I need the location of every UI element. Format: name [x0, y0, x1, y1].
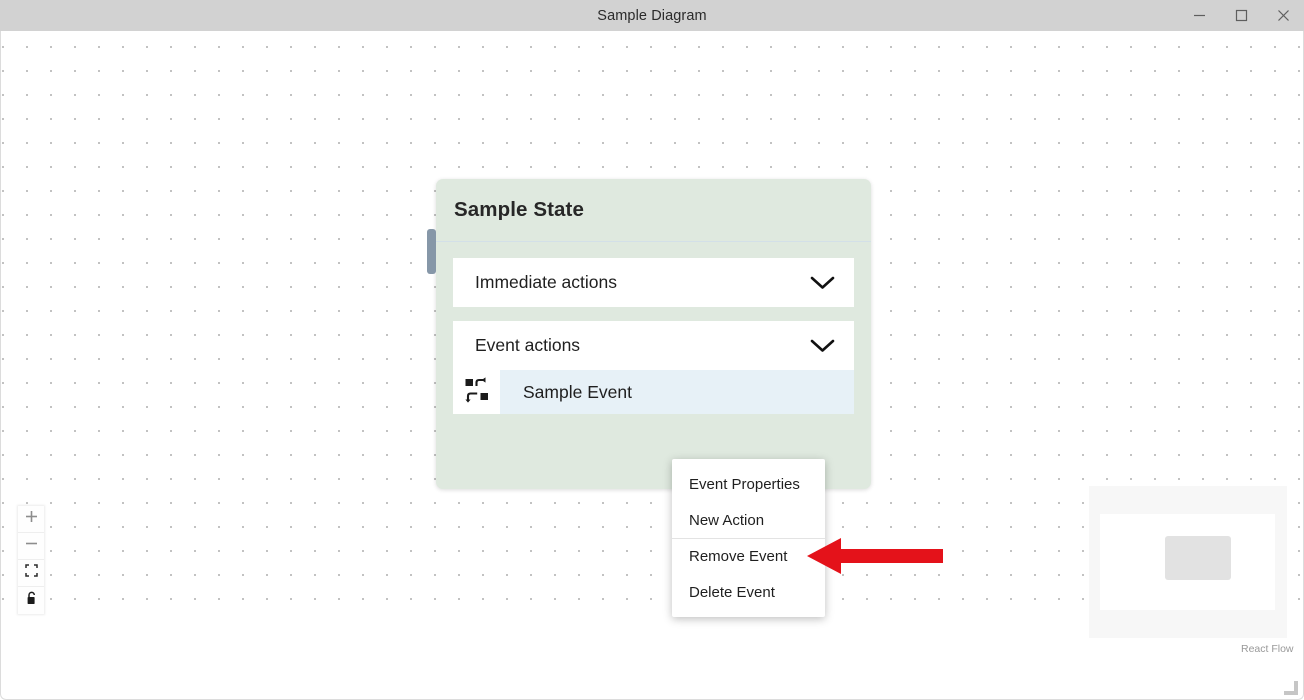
event-icon-cell[interactable] — [453, 370, 500, 414]
toggle-interactivity-button[interactable] — [18, 587, 44, 614]
state-node[interactable]: Sample State Immediate actions Event act… — [427, 179, 871, 489]
node-title: Sample State — [454, 198, 584, 221]
event-name: Sample Event — [523, 381, 632, 402]
context-menu-item-label: Remove Event — [689, 548, 788, 565]
context-menu-item-label: Event Properties — [689, 475, 800, 493]
accordion-event-actions[interactable]: Event actions — [453, 321, 854, 370]
minimize-button[interactable] — [1178, 0, 1220, 31]
context-menu-item-label: Delete Event — [689, 583, 775, 601]
context-menu-item-new-action[interactable]: New Action — [672, 502, 825, 538]
maximize-button[interactable] — [1220, 0, 1262, 31]
fit-view-button[interactable] — [18, 560, 44, 587]
lock-icon — [25, 591, 38, 610]
window-controls — [1178, 0, 1304, 31]
red-pointer-arrow — [807, 536, 943, 581]
node-header: Sample State — [436, 179, 871, 242]
context-menu-item-label: New Action — [689, 511, 765, 529]
minimap-node — [1165, 536, 1231, 580]
flow-canvas[interactable]: Sample State Immediate actions Event act… — [1, 31, 1303, 655]
context-menu-item-event-properties[interactable]: Event Properties — [672, 466, 825, 502]
chevron-down-icon[interactable] — [809, 337, 836, 354]
resize-grip[interactable] — [1284, 681, 1298, 695]
minimap[interactable] — [1089, 486, 1287, 638]
context-menu-item-delete-event[interactable]: Delete Event — [672, 574, 825, 610]
context-menu: Event Properties New Action Remove Event… — [672, 459, 825, 617]
chevron-down-icon[interactable] — [809, 274, 836, 291]
fit-view-icon — [24, 564, 38, 582]
accordion-label: Immediate actions — [475, 272, 618, 292]
accordion-immediate-actions[interactable]: Immediate actions — [453, 258, 854, 307]
node-target-handle[interactable] — [427, 229, 436, 274]
minus-icon — [25, 537, 38, 555]
context-menu-item-remove-event[interactable]: Remove Event — [672, 538, 825, 574]
window-title: Sample Diagram — [597, 7, 707, 24]
plus-icon — [25, 510, 38, 528]
event-name-cell[interactable]: Sample Event — [500, 370, 854, 414]
window-body: Sample State Immediate actions Event act… — [0, 31, 1304, 700]
event-row[interactable]: Sample Event — [453, 370, 854, 414]
zoom-in-button[interactable] — [18, 506, 44, 533]
app-window: Sample Diagram Sample State Immediate ac… — [0, 0, 1304, 700]
react-flow-attribution[interactable]: React Flow — [1241, 643, 1294, 655]
flow-controls — [18, 506, 44, 614]
swap-event-icon — [464, 376, 490, 408]
node-body: Immediate actions Event actions Sample E… — [436, 242, 871, 414]
close-button[interactable] — [1262, 0, 1304, 31]
accordion-label: Event actions — [475, 335, 581, 355]
zoom-out-button[interactable] — [18, 533, 44, 560]
title-bar: Sample Diagram — [0, 0, 1304, 31]
